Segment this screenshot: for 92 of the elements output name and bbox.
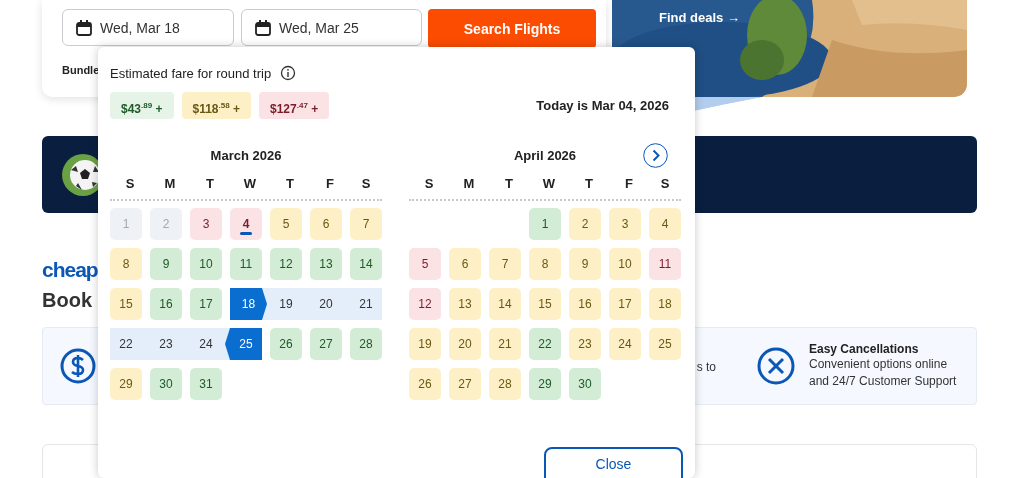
- popup-title: Estimated fare for round trip: [110, 65, 272, 81]
- calendar-day[interactable]: 20: [449, 328, 481, 360]
- weekday-label: S: [659, 176, 671, 191]
- calendar-day[interactable]: 9: [569, 248, 601, 280]
- calendar-day[interactable]: 2: [569, 208, 601, 240]
- calendar-day[interactable]: 30: [569, 368, 601, 400]
- calendar-day[interactable]: 29: [529, 368, 561, 400]
- calendar-day[interactable]: 21: [489, 328, 521, 360]
- calendar-day[interactable]: 7: [350, 208, 382, 240]
- calendar-day[interactable]: 15: [529, 288, 561, 320]
- calendar-day[interactable]: 8: [110, 248, 142, 280]
- calendar-day[interactable]: 14: [489, 288, 521, 320]
- fare-legend-chip: $118$^{.58}$ +: [181, 92, 251, 119]
- weekday-label: M: [462, 176, 476, 191]
- weekday-label: T: [584, 176, 594, 191]
- calendar-day[interactable]: 5: [270, 208, 302, 240]
- calendar-day[interactable]: 4: [649, 208, 681, 240]
- calendar-day[interactable]: 22: [529, 328, 561, 360]
- bundle-label: Bundle: [62, 64, 100, 76]
- calendar-day[interactable]: 29: [110, 368, 142, 400]
- calendar-day[interactable]: 1: [529, 208, 561, 240]
- weekday-label: W: [541, 176, 557, 191]
- calendar-day[interactable]: 11: [230, 248, 262, 280]
- weekday-label: W: [242, 176, 258, 191]
- calendar-day[interactable]: 5: [409, 248, 441, 280]
- calendar-day[interactable]: 28: [489, 368, 521, 400]
- calendar-day[interactable]: 3: [190, 208, 222, 240]
- calendar-day[interactable]: 12: [409, 288, 441, 320]
- calendar-day[interactable]: 17: [609, 288, 641, 320]
- calendar-day[interactable]: 19: [409, 328, 441, 360]
- calendar-day[interactable]: 7: [489, 248, 521, 280]
- calendar-day[interactable]: 21: [350, 288, 382, 320]
- calendar-day[interactable]: 10: [609, 248, 641, 280]
- month-title: March 2026: [210, 147, 282, 163]
- month-title: April 2026: [513, 148, 577, 163]
- benefit-title: Easy Cancellations: [809, 342, 920, 356]
- calendar-day[interactable]: 8: [529, 248, 561, 280]
- calendar-day[interactable]: 18: [649, 288, 681, 320]
- calendar-day[interactable]: 25: [225, 328, 262, 360]
- today-date: Today is Mar 04, 2026: [536, 98, 669, 113]
- weekday-label: S: [360, 176, 372, 191]
- search-flights-button[interactable]: Search Flights: [428, 9, 596, 48]
- calendar-day[interactable]: 4: [230, 208, 262, 240]
- weekday-label: F: [325, 176, 335, 191]
- weekday-label: M: [163, 176, 177, 191]
- calendar-day[interactable]: 6: [310, 208, 342, 240]
- dollar-icon: [60, 348, 96, 384]
- calendar-icon: [255, 19, 271, 36]
- calendar-day[interactable]: 15: [110, 288, 142, 320]
- weekday-label: S: [124, 176, 136, 191]
- fare-legend-chip: $127$^{.47}$ +: [259, 92, 330, 119]
- logo[interactable]: cheap: [42, 258, 98, 282]
- benefit-text: s to: [696, 360, 716, 374]
- calendar-day[interactable]: 14: [350, 248, 382, 280]
- info-icon[interactable]: [280, 65, 297, 81]
- calendar-icon: [76, 19, 92, 36]
- cancel-icon: [757, 347, 795, 385]
- next-month-button[interactable]: [643, 143, 668, 168]
- benefit-description: Convenient options online and 24/7 Customer Support: [809, 356, 958, 390]
- calendar-day[interactable]: 30: [150, 368, 182, 400]
- weekday-label: S: [423, 176, 435, 191]
- date-field[interactable]: Wed, Mar 25: [241, 9, 422, 46]
- fare-legend-chip: $43$^{.89}$ +: [110, 92, 174, 119]
- weekday-label: T: [205, 176, 215, 191]
- calendar-day[interactable]: 24: [609, 328, 641, 360]
- section-heading: Book: [42, 289, 93, 312]
- calendar-day[interactable]: 27: [310, 328, 342, 360]
- calendar-day[interactable]: 31: [190, 368, 222, 400]
- weekday-label: F: [624, 176, 634, 191]
- calendar-day[interactable]: 23: [569, 328, 601, 360]
- weekday-label: T: [285, 176, 295, 191]
- calendar-day[interactable]: 26: [409, 368, 441, 400]
- calendar-day[interactable]: 18: [230, 288, 267, 320]
- calendar-day[interactable]: 3: [609, 208, 641, 240]
- calendar-day[interactable]: 11: [649, 248, 681, 280]
- calendar-day[interactable]: 13: [449, 288, 481, 320]
- close-button[interactable]: Close: [544, 447, 683, 478]
- calendar-day[interactable]: 16: [150, 288, 182, 320]
- calendar-day[interactable]: 16: [569, 288, 601, 320]
- calendar-day[interactable]: 10: [190, 248, 222, 280]
- calendar-day[interactable]: 25: [649, 328, 681, 360]
- calendar-day[interactable]: 9: [150, 248, 182, 280]
- find-deals-link[interactable]: Find deals →: [659, 10, 740, 25]
- date-field[interactable]: Wed, Mar 18: [62, 9, 234, 46]
- calendar-day[interactable]: 26: [270, 328, 302, 360]
- calendar-day[interactable]: 28: [350, 328, 382, 360]
- calendar-day[interactable]: 17: [190, 288, 222, 320]
- calendar-day[interactable]: 13: [310, 248, 342, 280]
- weekday-label: T: [504, 176, 514, 191]
- calendar-day[interactable]: 27: [449, 368, 481, 400]
- calendar-day[interactable]: 12: [270, 248, 302, 280]
- calendar-day[interactable]: 6: [449, 248, 481, 280]
